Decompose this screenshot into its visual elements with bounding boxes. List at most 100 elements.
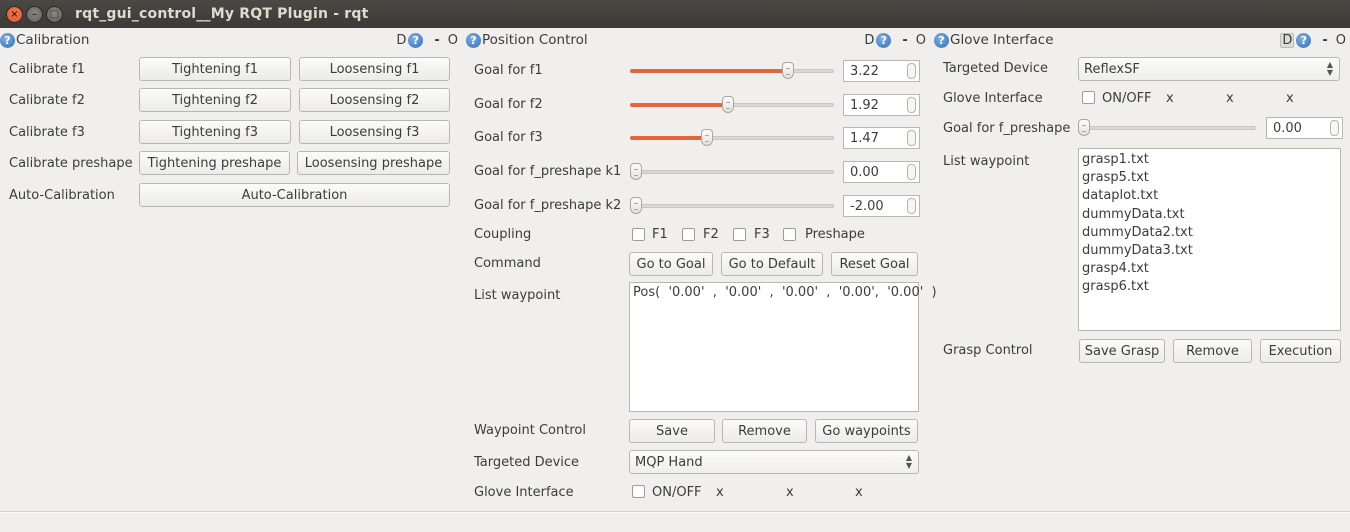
grasp-file-item[interactable]: grasp6.txt xyxy=(1082,278,1337,296)
go-to-goal-button[interactable]: Go to Goal xyxy=(629,252,713,276)
window-minimize-button[interactable]: – xyxy=(26,5,43,23)
remove-waypoint-button[interactable]: Remove xyxy=(722,419,807,443)
grasp-file-item[interactable]: dummyData2.txt xyxy=(1082,224,1337,242)
save-grasp-button[interactable]: Save Grasp xyxy=(1079,339,1165,363)
goal-slider[interactable] xyxy=(630,95,834,115)
slider-thumb[interactable] xyxy=(630,197,642,214)
goal-spinbox[interactable]: 1.92 xyxy=(843,94,920,116)
goal-preshape-spinbox[interactable]: 0.00 xyxy=(1266,117,1343,139)
glove-interface-dock: ? Glove Interface D ? - O Targeted Devic… xyxy=(934,28,1350,508)
glove-readout-1: x xyxy=(716,485,724,500)
calibration-dock-title: ? Calibration D ? - O xyxy=(0,28,462,52)
slider-thumb[interactable] xyxy=(1078,119,1090,136)
spin-arrows-icon[interactable] xyxy=(907,164,916,180)
goal-slider[interactable] xyxy=(630,128,834,148)
slider-thumb[interactable] xyxy=(722,96,734,113)
goal-preshape-value: 0.00 xyxy=(1273,120,1302,136)
coupling-f3-checkbox[interactable] xyxy=(733,228,746,241)
slider-thumb[interactable] xyxy=(782,62,794,79)
window-maximize-button[interactable]: □ xyxy=(46,5,63,23)
goal-spinbox[interactable]: 1.47 xyxy=(843,127,920,149)
detach-button[interactable]: D xyxy=(1280,32,1295,48)
execution-button[interactable]: Execution xyxy=(1260,339,1341,363)
help-icon[interactable]: ? xyxy=(466,32,481,48)
tightening-f1-button[interactable]: Tightening f1 xyxy=(139,57,291,81)
grasp-file-item[interactable]: dataplot.txt xyxy=(1082,187,1337,205)
goal-value: 3.22 xyxy=(850,63,879,79)
coupling-f2-checkbox[interactable] xyxy=(682,228,695,241)
help-icon[interactable]: ? xyxy=(0,32,15,48)
auto-calibration-button[interactable]: Auto-Calibration xyxy=(139,183,450,207)
help-icon[interactable]: ? xyxy=(408,32,424,48)
minimize-dock-button[interactable]: - xyxy=(434,33,439,48)
targeted-device-label: Targeted Device xyxy=(943,61,1049,76)
targeted-device-value: MQP Hand xyxy=(635,454,703,470)
targeted-device-select[interactable]: ReflexSF ▲ ▼ xyxy=(1078,57,1340,81)
spin-arrows-icon[interactable] xyxy=(907,198,916,214)
detach-button[interactable]: D xyxy=(864,33,874,48)
goal-preshape-slider[interactable] xyxy=(1078,118,1256,138)
go-to-default-button[interactable]: Go to Default xyxy=(721,252,823,276)
close-dock-button[interactable]: O xyxy=(448,33,458,48)
glove-interface-label: Glove Interface xyxy=(474,485,574,500)
grasp-file-item[interactable]: grasp4.txt xyxy=(1082,260,1337,278)
minimize-dock-button[interactable]: - xyxy=(1322,33,1327,48)
grasp-file-item[interactable]: grasp5.txt xyxy=(1082,169,1337,187)
list-waypoint-label: List waypoint xyxy=(943,154,1030,169)
grasp-file-item[interactable]: dummyData3.txt xyxy=(1082,242,1337,260)
coupling-f3-label: F3 xyxy=(754,227,770,242)
goal-slider[interactable] xyxy=(630,162,834,182)
slider-thumb[interactable] xyxy=(630,163,642,180)
save-waypoint-button[interactable]: Save xyxy=(629,419,715,443)
glove-interface-dock-title: ? Glove Interface D ? - O xyxy=(934,28,1350,52)
coupling-f1-checkbox[interactable] xyxy=(632,228,645,241)
help-icon[interactable]: ? xyxy=(1296,32,1312,48)
spin-arrows-icon[interactable] xyxy=(907,97,916,113)
help-icon[interactable]: ? xyxy=(934,32,949,48)
tightening-f3-button[interactable]: Tightening f3 xyxy=(139,120,291,144)
window-close-button[interactable]: × xyxy=(6,5,23,23)
spin-arrows-icon[interactable] xyxy=(907,130,916,146)
goal-label: Goal for f1 xyxy=(474,63,543,78)
coupling-preshape-checkbox[interactable] xyxy=(783,228,796,241)
spin-arrows-icon[interactable] xyxy=(907,63,916,79)
slider-fill xyxy=(630,136,705,140)
glove-onoff-checkbox[interactable] xyxy=(1082,91,1095,104)
detach-button[interactable]: D xyxy=(396,33,406,48)
goal-spinbox[interactable]: -2.00 xyxy=(843,195,920,217)
goal-label: Goal for f3 xyxy=(474,130,543,145)
grasp-file-list[interactable]: grasp1.txt grasp5.txt dataplot.txt dummyDat… xyxy=(1078,148,1341,331)
reset-goal-button[interactable]: Reset Goal xyxy=(831,252,918,276)
spin-arrows-icon[interactable] xyxy=(1330,120,1339,136)
slider-fill xyxy=(630,103,726,107)
glove-readout-1: x xyxy=(1166,91,1174,106)
loosensing-f2-button[interactable]: Loosensing f2 xyxy=(299,88,450,112)
goal-value: -2.00 xyxy=(850,198,884,214)
minimize-dock-button[interactable]: - xyxy=(902,33,907,48)
grasp-file-item[interactable]: grasp1.txt xyxy=(1082,151,1337,169)
tightening-f2-button[interactable]: Tightening f2 xyxy=(139,88,291,112)
goal-slider[interactable] xyxy=(630,61,834,81)
glove-readout-2: x xyxy=(786,485,794,500)
goal-slider[interactable] xyxy=(630,196,834,216)
tightening-preshape-button[interactable]: Tightening preshape xyxy=(139,151,290,175)
slider-fill xyxy=(630,69,786,73)
glove-onoff-checkbox[interactable] xyxy=(632,485,645,498)
close-dock-button[interactable]: O xyxy=(916,33,926,48)
help-icon[interactable]: ? xyxy=(876,32,892,48)
goal-spinbox[interactable]: 3.22 xyxy=(843,60,920,82)
goal-label: Goal for f_preshape k2 xyxy=(474,198,622,213)
targeted-device-label: Targeted Device xyxy=(474,455,580,470)
slider-thumb[interactable] xyxy=(701,129,713,146)
waypoint-list-textbox[interactable]: Pos( '0.00' , '0.00' , '0.00' , '0.00', … xyxy=(629,282,937,412)
targeted-device-select[interactable]: MQP Hand ▲ ▼ xyxy=(629,450,919,474)
close-dock-button[interactable]: O xyxy=(1336,33,1346,48)
loosensing-f1-button[interactable]: Loosensing f1 xyxy=(299,57,450,81)
remove-grasp-button[interactable]: Remove xyxy=(1173,339,1252,363)
go-waypoints-button[interactable]: Go waypoints xyxy=(815,419,918,443)
glove-readout-3: x xyxy=(1286,91,1294,106)
grasp-file-item[interactable]: dummyData.txt xyxy=(1082,206,1337,224)
goal-spinbox[interactable]: 0.00 xyxy=(843,161,920,183)
loosensing-preshape-button[interactable]: Loosensing preshape xyxy=(297,151,450,175)
loosensing-f3-button[interactable]: Loosensing f3 xyxy=(299,120,450,144)
